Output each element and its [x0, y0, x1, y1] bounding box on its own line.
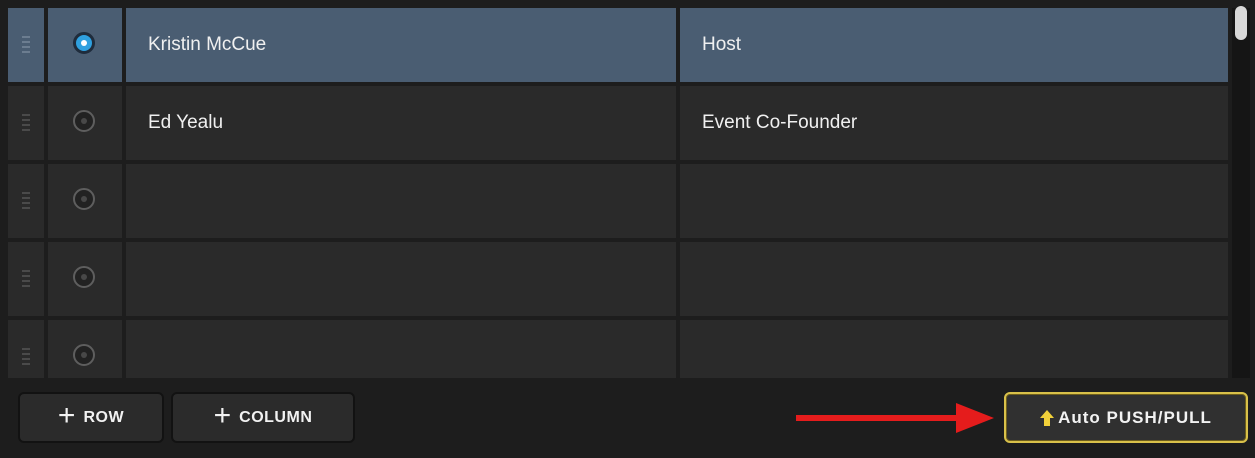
auto-push-pull-label: Auto PUSH/PULL: [1058, 407, 1212, 427]
row-drag-handle[interactable]: [8, 320, 44, 378]
add-column-button[interactable]: + COLUMN: [171, 392, 355, 443]
row-drag-handle[interactable]: [8, 242, 44, 316]
title-cell[interactable]: [680, 242, 1228, 316]
row-radio[interactable]: [73, 110, 95, 132]
title-text: Host: [702, 34, 742, 55]
title-cell[interactable]: Event Co-Founder: [680, 86, 1228, 160]
title-text: Event Co-Founder: [702, 112, 858, 133]
table-row[interactable]: [4, 320, 1228, 378]
row-drag-handle[interactable]: [8, 86, 44, 160]
plus-icon: +: [213, 399, 232, 432]
plus-icon: +: [57, 399, 76, 432]
row-drag-handle[interactable]: [8, 8, 44, 82]
table-row[interactable]: Ed Yealu Event Co-Founder: [4, 86, 1228, 160]
add-row-label: ROW: [83, 408, 125, 426]
name-text: Kristin McCue: [148, 34, 267, 55]
auto-push-pull-button[interactable]: Auto PUSH/PULL: [1004, 392, 1248, 443]
row-select-cell[interactable]: [48, 164, 122, 238]
drag-handle-icon: [22, 270, 30, 288]
data-table-panel: Kristin McCue Host Ed Yealu Event Co-Fou…: [0, 0, 1255, 458]
row-drag-handle[interactable]: [8, 164, 44, 238]
drag-handle-icon: [22, 348, 30, 366]
add-column-label: COLUMN: [239, 408, 313, 426]
row-select-cell[interactable]: [48, 242, 122, 316]
name-cell[interactable]: [126, 242, 676, 316]
table-row[interactable]: [4, 242, 1228, 316]
row-radio-selected[interactable]: [73, 32, 95, 54]
vertical-scrollbar[interactable]: [1232, 8, 1250, 378]
row-select-cell[interactable]: [48, 86, 122, 160]
add-row-button[interactable]: + ROW: [18, 392, 164, 443]
drag-handle-icon: [22, 192, 30, 210]
table-toolbar: + ROW + COLUMN Auto PUSH/PULL: [0, 378, 1255, 458]
row-radio[interactable]: [73, 188, 95, 210]
row-radio[interactable]: [73, 266, 95, 288]
name-cell[interactable]: Ed Yealu: [126, 86, 676, 160]
drag-handle-icon: [22, 114, 30, 132]
data-grid: Kristin McCue Host Ed Yealu Event Co-Fou…: [4, 8, 1228, 378]
name-cell[interactable]: [126, 164, 676, 238]
name-cell[interactable]: Kristin McCue: [126, 8, 676, 82]
row-select-cell[interactable]: [48, 8, 122, 82]
scrollbar-thumb[interactable]: [1235, 6, 1247, 40]
table-row[interactable]: [4, 164, 1228, 238]
title-cell[interactable]: [680, 164, 1228, 238]
row-select-cell[interactable]: [48, 320, 122, 378]
table-row[interactable]: Kristin McCue Host: [4, 8, 1228, 82]
title-cell[interactable]: Host: [680, 8, 1228, 82]
arrow-up-icon: [1040, 409, 1055, 426]
name-cell[interactable]: [126, 320, 676, 378]
name-text: Ed Yealu: [148, 112, 224, 133]
red-arrow-icon: [796, 403, 994, 433]
title-cell[interactable]: [680, 320, 1228, 378]
row-radio[interactable]: [73, 344, 95, 366]
drag-handle-icon: [22, 36, 30, 54]
